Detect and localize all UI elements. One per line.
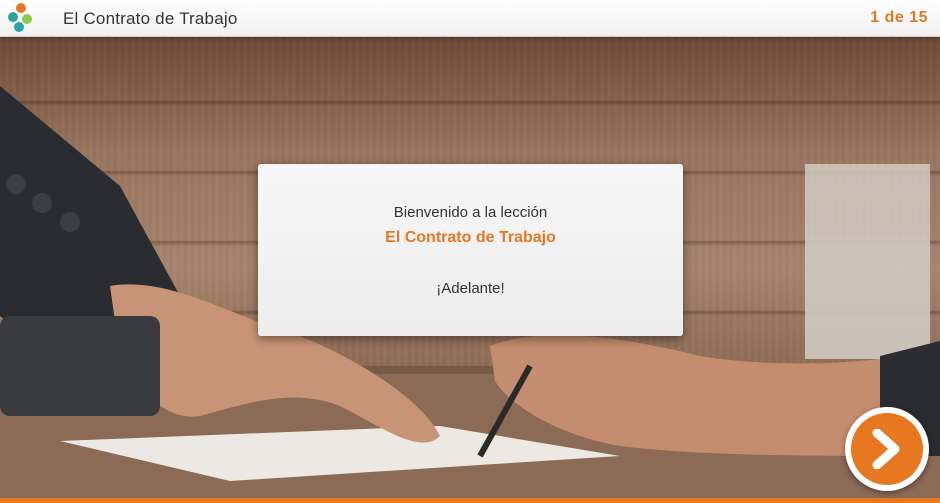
chevron-right-icon bbox=[872, 429, 900, 469]
lesson-title: El Contrato de Trabajo bbox=[385, 229, 556, 246]
next-button-circle[interactable] bbox=[851, 413, 923, 485]
cta-text: ¡Adelante! bbox=[436, 280, 505, 297]
header-bar: El Contrato de Trabajo 1 de 15 bbox=[0, 0, 940, 37]
app-logo-icon bbox=[8, 3, 34, 33]
page-title: El Contrato de Trabajo bbox=[63, 9, 238, 28]
welcome-text: Bienvenido a la lección bbox=[393, 204, 548, 221]
welcome-card: Bienvenido a la lección El Contrato de T… bbox=[258, 164, 683, 336]
next-button[interactable] bbox=[845, 407, 929, 491]
page-counter: 1 de 15 bbox=[870, 9, 928, 26]
bottom-progress-bar bbox=[0, 498, 940, 503]
